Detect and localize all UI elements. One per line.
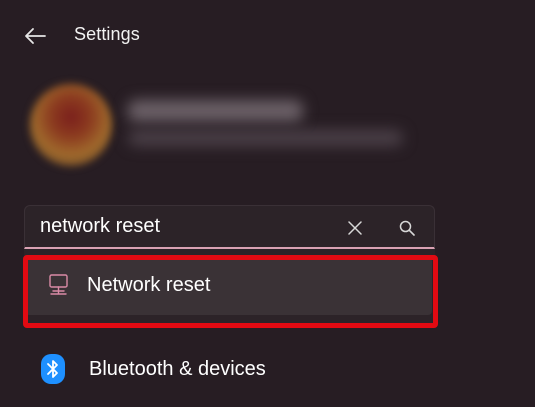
back-button[interactable]: [18, 20, 52, 52]
search-icon: [399, 220, 415, 236]
bluetooth-icon: [41, 354, 65, 384]
search-result-label: Network reset: [87, 274, 211, 296]
nav-item-bluetooth-devices[interactable]: Bluetooth & devices: [24, 342, 435, 396]
search-box[interactable]: network reset: [24, 205, 435, 249]
close-icon: [348, 221, 362, 235]
network-computer-icon: [49, 274, 68, 295]
user-email-blurred: [128, 130, 403, 146]
avatar: [30, 84, 112, 166]
back-arrow-icon: [25, 28, 46, 44]
search-button[interactable]: [395, 217, 419, 239]
search-input[interactable]: network reset: [40, 215, 160, 238]
nav-item-label: Bluetooth & devices: [89, 358, 266, 380]
user-profile[interactable]: [18, 72, 438, 182]
app-title: Settings: [74, 24, 140, 44]
clear-search-button[interactable]: [343, 217, 367, 239]
title-bar: Settings: [0, 0, 535, 70]
user-name-blurred: [128, 100, 303, 122]
